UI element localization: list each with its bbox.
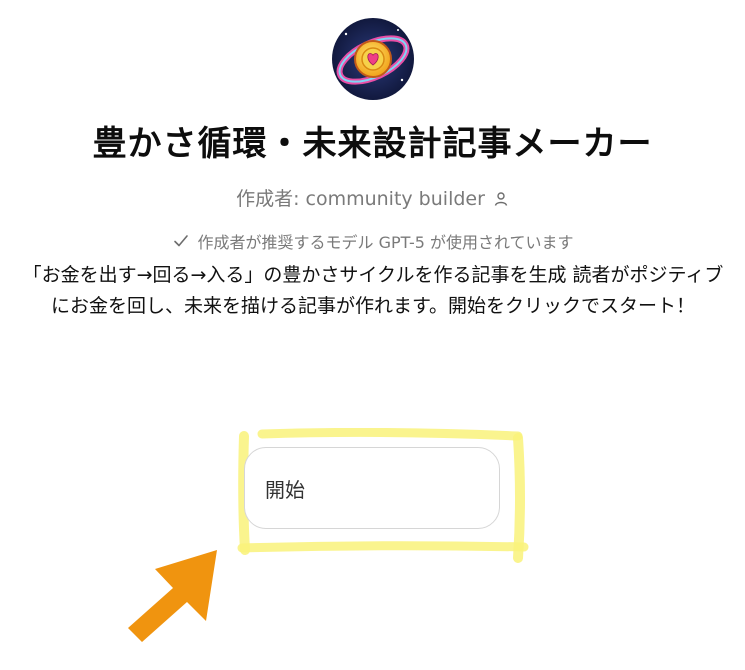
gpt-avatar	[332, 18, 414, 100]
check-icon	[172, 232, 190, 250]
recommended-model-note: 作成者が推奨するモデル GPT-5 が使用されています	[0, 229, 745, 253]
planet-heart-icon	[332, 18, 414, 100]
author-label: 作成者: community builder	[236, 188, 485, 210]
arrow-up-right-icon	[128, 550, 217, 642]
gpt-description: 「お金を出す→回る→入る」の豊かさサイクルを作る記事を生成 読者がポジティブにお…	[22, 264, 724, 317]
conversation-starter-button[interactable]: 開始	[244, 447, 500, 529]
model-note-text: 作成者が推奨するモデル GPT-5 が使用されています	[197, 233, 574, 252]
gpt-title: 豊かさ循環・未来設計記事メーカー	[92, 124, 653, 164]
author-row: 作成者: community builder	[0, 184, 745, 211]
person-icon[interactable]	[493, 190, 509, 206]
